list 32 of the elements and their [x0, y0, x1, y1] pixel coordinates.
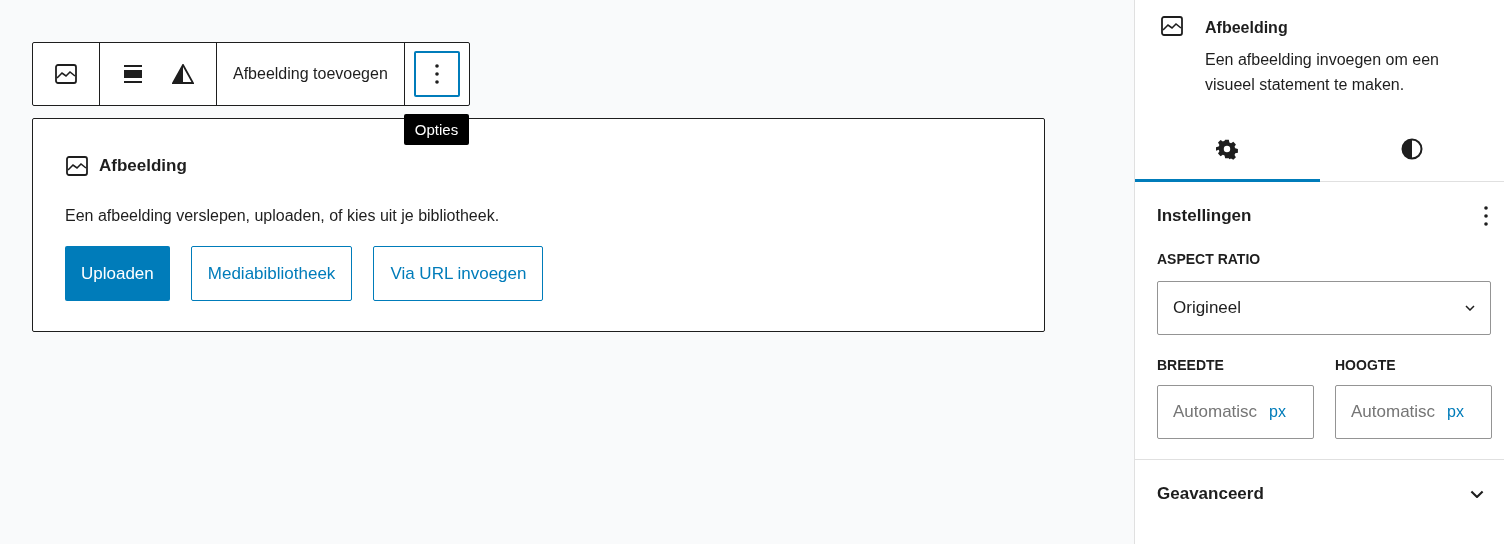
- secondary-button[interactable]: Mediabibliotheek: [190, 246, 353, 301]
- block-title: Afbeelding: [1205, 19, 1289, 37]
- image-icon: [1160, 14, 1184, 38]
- triangle-icon: [172, 64, 194, 84]
- chevron-icon: [1465, 305, 1475, 311]
- image-icon: [54, 62, 78, 86]
- panel-title: Instellingen: [1157, 205, 1252, 226]
- field-label: ASPECT RATIO: [1157, 251, 1262, 267]
- dimension-input[interactable]: Automatisc: [1173, 402, 1263, 422]
- image-icon: [65, 154, 89, 178]
- contrast-icon: [1400, 137, 1423, 160]
- more-icon: [434, 64, 439, 84]
- block-description: Een afbeelding invoegen om een visueel statement te maken.: [1205, 50, 1440, 95]
- advanced-panel-toggle[interactable]: Geavanceerd: [1135, 460, 1504, 504]
- upload-button[interactable]: Uploaden: [65, 246, 170, 301]
- more-icon: [1484, 205, 1488, 226]
- unit-label: px: [1269, 403, 1286, 421]
- dimension-field[interactable]: Automatisc px: [1157, 385, 1314, 439]
- placeholder-instructions: Een afbeelding verslepen, uploaden, of kies uit je bibliotheek.: [65, 207, 501, 225]
- options-button[interactable]: [413, 51, 460, 97]
- field-label: HOOGTE: [1335, 357, 1397, 373]
- tooltip: Opties: [403, 114, 470, 145]
- secondary-button[interactable]: Via URL invoegen: [373, 246, 544, 301]
- unit-label: px: [1447, 403, 1464, 421]
- chevron-icon: [1470, 489, 1484, 499]
- dimension-field[interactable]: Automatisc px: [1335, 385, 1492, 439]
- dimension-input[interactable]: Automatisc: [1351, 402, 1441, 422]
- placeholder-title: Afbeelding: [99, 156, 187, 176]
- settings-icon: [1216, 137, 1239, 160]
- field-label: BREEDTE: [1157, 357, 1225, 373]
- aspect-ratio-select[interactable]: Origineel: [1157, 281, 1491, 335]
- align-icon: [123, 64, 143, 84]
